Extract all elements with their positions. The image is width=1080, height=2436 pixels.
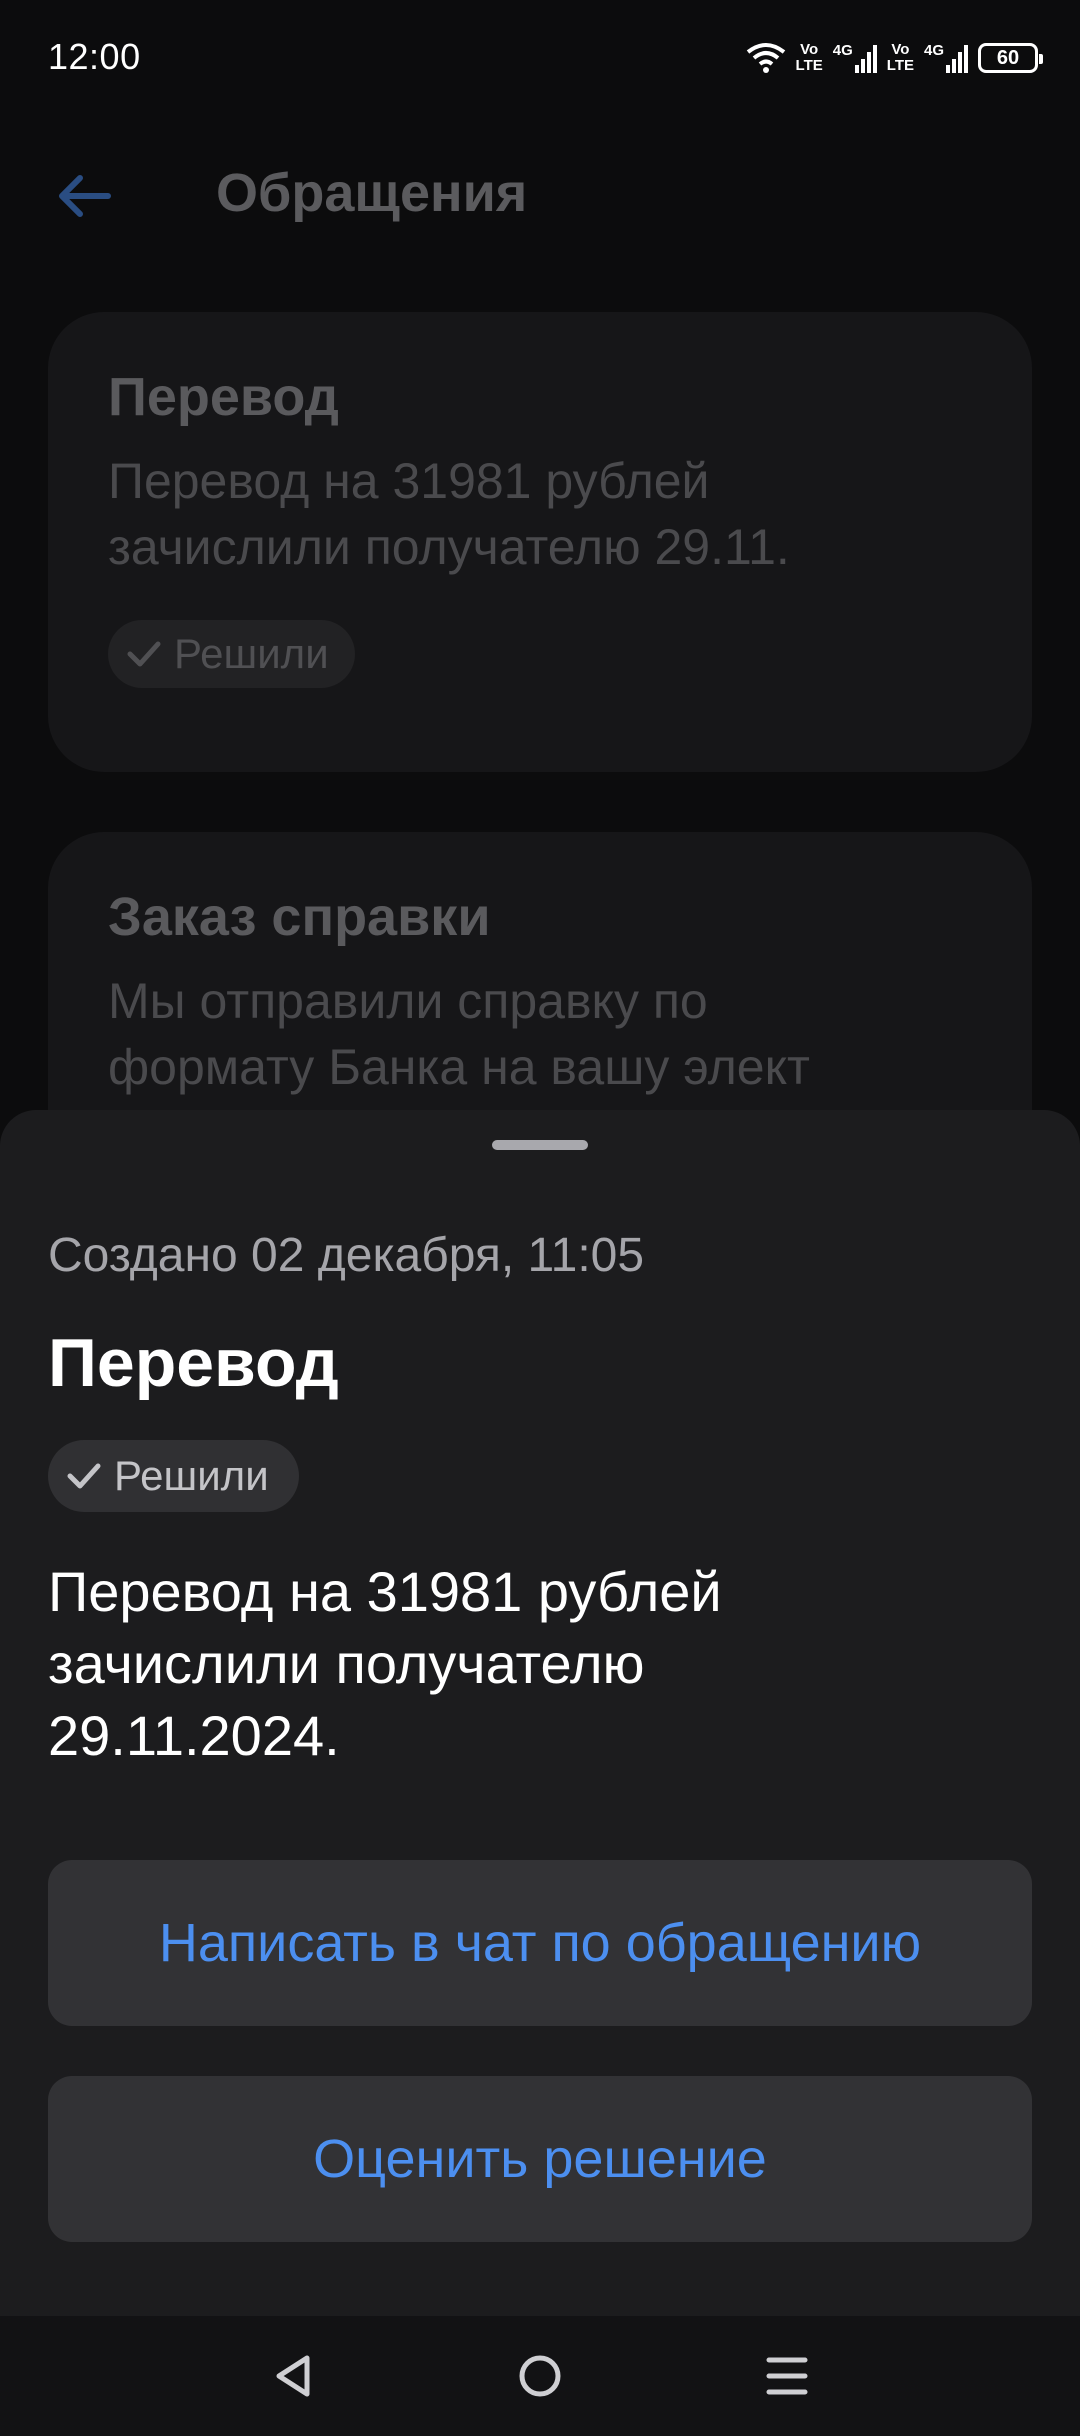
triangle-back-icon — [276, 2355, 310, 2397]
circle-home-icon — [519, 2355, 561, 2397]
sheet-title: Перевод — [48, 1325, 339, 1401]
page-title: Обращения — [216, 163, 528, 223]
back-button[interactable] — [48, 160, 120, 232]
appeal-card-text: Мы отправили справку по — [108, 973, 708, 1029]
check-icon — [67, 1463, 101, 1489]
appeal-card[interactable]: Перевод Перевод на 31981 рублей зачислил… — [48, 312, 1032, 772]
status-badge: Решили — [108, 620, 355, 688]
arrow-left-icon — [59, 175, 111, 217]
appeal-card-text: формату Банка на вашу элект — [108, 1039, 810, 1095]
status-badge-label: Решили — [174, 630, 329, 677]
appeal-card-text: Перевод на 31981 рублей — [108, 453, 710, 509]
appeal-card-text: зачислили получателю 29.11. — [108, 519, 790, 575]
nav-menu-button[interactable] — [751, 2340, 823, 2412]
created-date: Создано 02 декабря, 11:05 — [48, 1229, 645, 1282]
nav-home-button[interactable] — [504, 2340, 576, 2412]
rate-solution-button[interactable]: Оценить решение — [48, 2076, 1032, 2242]
chat-about-appeal-button[interactable]: Написать в чат по обращению — [48, 1860, 1032, 2026]
appeal-details-sheet: Создано 02 декабря, 11:05 Перевод Решили… — [0, 1110, 1080, 2316]
appeal-description: Перевод на 31981 рублей зачислили получа… — [48, 1560, 722, 1767]
appeal-card-title: Перевод — [108, 367, 339, 427]
screen: 12:00 Vo LTE 4G Vo LTE 4G 60 Обращения П… — [0, 0, 1080, 2436]
status-badge-label: Решили — [114, 1452, 269, 1499]
system-nav-bar — [0, 2316, 1080, 2436]
appeal-card-title: Заказ справки — [108, 887, 491, 947]
status-badge: Решили — [48, 1440, 299, 1512]
sheet-drag-handle[interactable] — [492, 1140, 588, 1150]
check-icon — [127, 641, 161, 667]
nav-back-button[interactable] — [257, 2340, 329, 2412]
menu-icon — [766, 2357, 808, 2395]
